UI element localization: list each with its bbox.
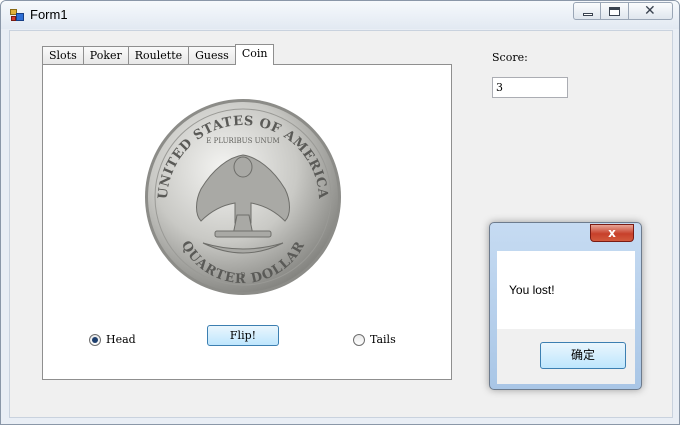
minimize-icon: [583, 13, 593, 16]
tab-guess[interactable]: Guess: [188, 46, 236, 65]
message-box-footer: 确定: [497, 329, 635, 384]
window-title: Form1: [30, 7, 68, 22]
close-icon: ✕: [644, 3, 656, 19]
caption-buttons: ✕: [573, 2, 673, 20]
flip-button[interactable]: Flip!: [207, 325, 279, 346]
tails-radio[interactable]: Tails: [353, 333, 396, 346]
tab-roulette[interactable]: Roulette: [127, 46, 190, 65]
svg-text:E PLURIBUS UNUM: E PLURIBUS UNUM: [206, 137, 279, 145]
head-radio-label: Head: [106, 333, 136, 346]
quarter-coin-image: UNITED STATES OF AMERICA QUARTER DOLLAR …: [145, 99, 341, 295]
tab-slots[interactable]: Slots: [42, 46, 84, 65]
app-icon: [10, 9, 24, 21]
tab-coin[interactable]: Coin: [234, 44, 275, 65]
maximize-icon: [609, 7, 620, 16]
coin-tab-page: UNITED STATES OF AMERICA QUARTER DOLLAR …: [42, 64, 452, 380]
tab-poker[interactable]: Poker: [82, 46, 129, 65]
tab-strip: Slots Poker Roulette Guess Coin: [42, 43, 275, 65]
score-label: Score:: [492, 51, 528, 64]
message-box-body: You lost!: [497, 251, 635, 329]
close-icon: x: [608, 226, 616, 240]
ok-button[interactable]: 确定: [540, 342, 626, 369]
head-radio[interactable]: Head: [89, 333, 136, 346]
tails-radio-circle[interactable]: [353, 333, 365, 346]
close-button[interactable]: ✕: [629, 2, 673, 20]
maximize-button[interactable]: [601, 2, 629, 20]
title-bar[interactable]: Form1 ✕: [1, 1, 679, 29]
message-text: You lost!: [509, 283, 555, 297]
minimize-button[interactable]: [573, 2, 601, 20]
svg-text:D: D: [241, 272, 246, 279]
tails-radio-label: Tails: [370, 333, 396, 346]
score-textbox[interactable]: 3: [492, 77, 568, 98]
message-box-dialog: x You lost! 确定: [489, 222, 642, 390]
message-box-close-button[interactable]: x: [590, 224, 634, 242]
head-radio-circle[interactable]: [89, 333, 101, 346]
